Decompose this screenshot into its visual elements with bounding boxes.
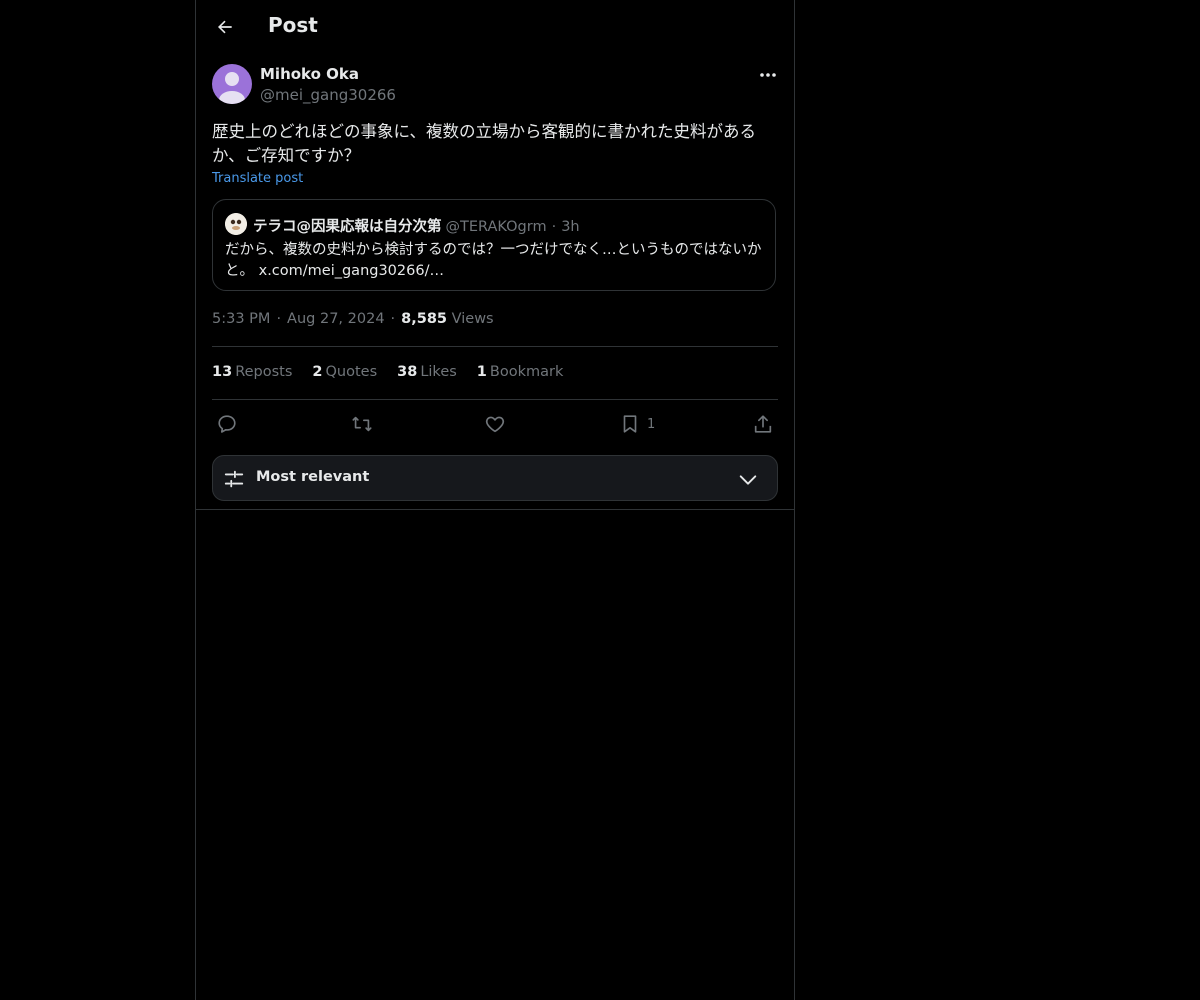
likes-label: Likes xyxy=(420,364,457,380)
share-button[interactable] xyxy=(752,411,774,437)
quote-separator: · xyxy=(551,219,557,235)
engagement-stats: 13 Reposts 2 Quotes 38 Likes 1 Bookmark xyxy=(212,364,563,380)
quote-header: テラコ@因果応報は自分次第 @TERAKOgrm · 3h xyxy=(253,215,580,236)
reposts-label: Reposts xyxy=(235,364,293,380)
top-bar: Post xyxy=(196,0,794,54)
chevron-down-icon xyxy=(739,475,757,485)
divider xyxy=(212,399,778,400)
post-text: 歴史上のどれほどの事象に、複数の立場から客観的に書かれた史料があるか、ご存知です… xyxy=(212,122,757,165)
bookmarks-label: Bookmark xyxy=(489,364,564,380)
author-name[interactable]: Mihoko Oka xyxy=(260,65,359,83)
heart-icon xyxy=(485,416,505,433)
more-options-button[interactable] xyxy=(756,66,780,84)
bookmarks-stat[interactable]: 1 Bookmark xyxy=(477,364,564,380)
back-arrow-icon xyxy=(218,20,232,34)
reposts-stat[interactable]: 13 Reposts xyxy=(212,364,292,380)
quote-text: だから、複数の史料から検討するのでは？一つだけでなく…というものではないかと。 … xyxy=(225,242,762,279)
section-divider xyxy=(196,509,794,510)
back-button[interactable] xyxy=(208,10,242,44)
bookmarks-count: 1 xyxy=(476,364,487,380)
main-column: Post Mihoko Oka @mei_gang30266 歴史上のどれほどの… xyxy=(195,0,795,1000)
reply-icon xyxy=(218,415,236,433)
sort-label: Most relevant xyxy=(256,469,370,485)
quotes-label: Quotes xyxy=(325,364,378,380)
likes-stat[interactable]: 38 Likes xyxy=(397,364,457,380)
repost-icon xyxy=(352,416,372,432)
meta-separator: · xyxy=(276,311,282,327)
bookmark-action-count: 1 xyxy=(647,416,656,432)
page-title: Post xyxy=(268,13,318,37)
quote-author-name: テラコ@因果応報は自分次第 xyxy=(253,219,442,235)
quotes-stat[interactable]: 2 Quotes xyxy=(312,364,377,380)
divider xyxy=(212,346,778,347)
reply-sort-dropdown[interactable]: Most relevant xyxy=(212,455,778,501)
reposts-count: 13 xyxy=(212,364,233,380)
author-handle[interactable]: @mei_gang30266 xyxy=(260,86,396,104)
views-count: 8,585 xyxy=(401,311,448,327)
quote-author-handle: @TERAKOgrm xyxy=(445,219,547,235)
reply-button[interactable] xyxy=(216,411,238,437)
like-button[interactable] xyxy=(484,411,506,437)
share-icon xyxy=(754,415,772,433)
more-horizontal-icon xyxy=(760,73,776,77)
bookmark-button[interactable]: 1 xyxy=(619,411,655,437)
meta-separator: · xyxy=(390,311,396,327)
default-avatar-icon xyxy=(219,72,245,104)
likes-count: 38 xyxy=(397,364,418,380)
quote-avatar-image-icon xyxy=(225,213,247,235)
quote-avatar xyxy=(225,213,247,235)
sliders-icon xyxy=(224,470,244,488)
views-label: Views xyxy=(451,311,494,327)
translate-post-link[interactable]: Translate post xyxy=(212,171,303,186)
quotes-count: 2 xyxy=(312,364,323,380)
post-date[interactable]: Aug 27, 2024 xyxy=(287,311,385,327)
bookmark-icon xyxy=(623,415,637,433)
avatar[interactable] xyxy=(212,64,252,104)
quoted-post[interactable]: テラコ@因果応報は自分次第 @TERAKOgrm · 3h だから、複数の史料から検討… xyxy=(212,199,776,291)
quote-time: 3h xyxy=(561,219,580,235)
repost-button[interactable] xyxy=(350,411,374,437)
post-time[interactable]: 5:33 PM xyxy=(212,311,270,327)
post-meta: 5:33 PM · Aug 27, 2024 · 8,585 Views xyxy=(212,311,494,327)
